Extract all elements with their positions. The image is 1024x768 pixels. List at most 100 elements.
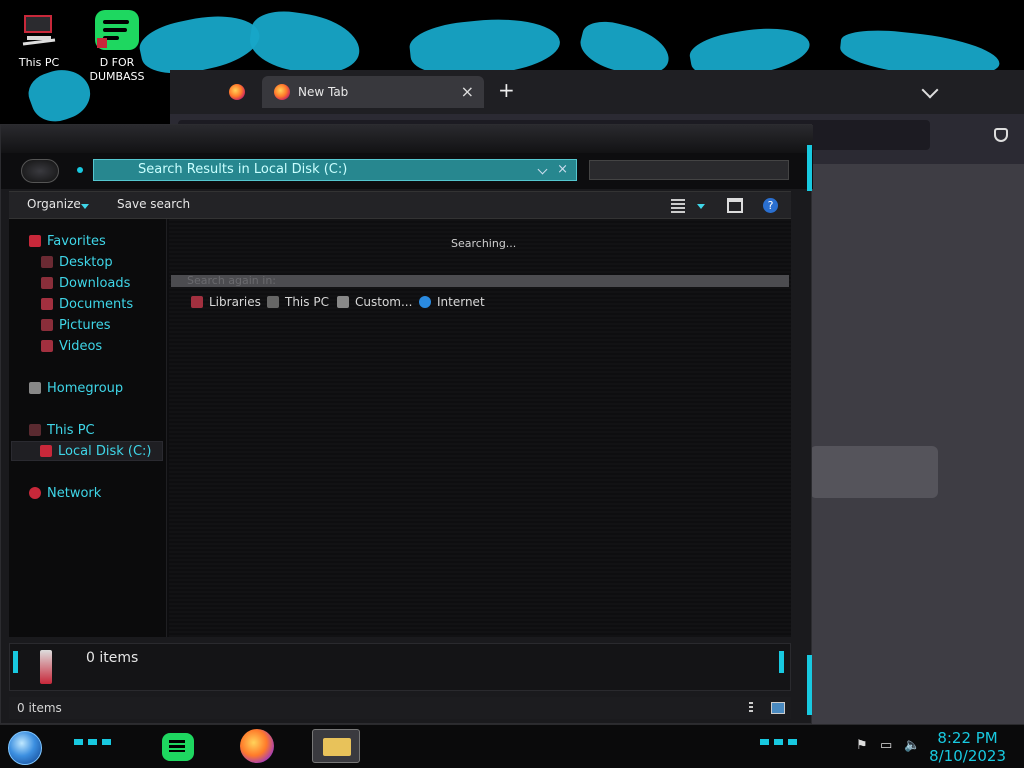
nav-label: Documents [59, 296, 134, 312]
content-pane: Searching... Search again in: Libraries … [169, 219, 791, 637]
documents-folder-icon [41, 298, 53, 310]
close-tab-icon[interactable]: × [461, 82, 474, 101]
taskbar-led-strip [760, 739, 802, 745]
search-location-this-pc[interactable]: This PC [267, 295, 329, 309]
wallpaper-stroke [246, 6, 364, 80]
recent-pages-dot-icon[interactable] [77, 167, 83, 173]
browser-tab-bar: New Tab × + [170, 70, 1024, 114]
search-location-custom[interactable]: Custom... [337, 295, 412, 309]
taskbar-spotify[interactable] [162, 733, 194, 761]
details-item-count: 0 items [86, 650, 139, 666]
nav-label: Local Disk (C:) [58, 443, 152, 459]
frame-led [779, 651, 784, 673]
explorer-body: Favorites Desktop Downloads Documents Pi… [9, 219, 791, 637]
desktop-folder-icon [41, 256, 53, 268]
taskbar: ⚑ ▭ 🔈 8:22 PM 8/10/2023 [0, 724, 1024, 768]
tab-new-tab[interactable]: New Tab × [262, 76, 484, 108]
tab-pinned[interactable] [220, 76, 254, 108]
computer-icon [267, 296, 279, 308]
network-icon [29, 487, 41, 499]
nav-homegroup[interactable]: Homegroup [29, 378, 123, 398]
address-text: Search Results in Local Disk (C:) [138, 162, 348, 177]
computer-icon [29, 424, 41, 436]
large-icons-view-icon[interactable] [771, 702, 785, 714]
location-label: This PC [285, 295, 329, 309]
new-tab-search-box[interactable] [810, 446, 938, 498]
nav-label: Videos [59, 338, 103, 354]
frame-led [13, 651, 18, 673]
nav-local-disk[interactable]: Local Disk (C:) [11, 441, 163, 461]
organize-dropdown-icon[interactable] [81, 204, 89, 209]
taskbar-firefox[interactable] [240, 729, 274, 763]
window-frame-top [1, 125, 813, 153]
folder-icon [323, 738, 351, 756]
searching-status: Searching... [451, 237, 517, 250]
star-icon [29, 235, 41, 247]
details-view-icon[interactable] [749, 702, 753, 714]
nav-label: Favorites [47, 233, 106, 249]
nav-network[interactable]: Network [29, 483, 101, 503]
spotify-shortcut-icon [95, 10, 139, 54]
desktop-icon-label: This PC [18, 56, 60, 69]
nav-pictures[interactable]: Pictures [41, 315, 110, 335]
drive-thumbnail-icon [40, 650, 52, 684]
taskbar-led-strip [74, 739, 116, 745]
network-tray-icon[interactable]: ▭ [880, 739, 894, 753]
details-pane: 0 items [9, 643, 791, 691]
nav-label: Network [47, 485, 102, 501]
explorer-window: Search Results in Local Disk (C:) × Orga… [0, 124, 813, 724]
frame-led [807, 145, 812, 191]
new-tab-button[interactable]: + [498, 80, 515, 100]
chevron-down-icon[interactable] [921, 81, 939, 99]
pocket-icon[interactable] [994, 128, 1008, 142]
nav-documents[interactable]: Documents [41, 294, 133, 314]
start-button[interactable] [8, 731, 42, 765]
tab-label: New Tab [298, 85, 349, 99]
action-center-flag-icon[interactable]: ⚑ [856, 739, 870, 753]
nav-favorites[interactable]: Favorites [29, 231, 106, 251]
taskbar-file-explorer[interactable] [312, 729, 360, 763]
spotify-icon [169, 740, 185, 752]
nav-downloads[interactable]: Downloads [41, 273, 130, 293]
preview-pane-icon[interactable] [727, 198, 743, 213]
firefox-icon [229, 84, 245, 100]
status-bar: 0 items [9, 697, 791, 719]
search-input[interactable] [589, 160, 789, 180]
nav-label: Downloads [59, 275, 131, 291]
downloads-folder-icon [41, 277, 53, 289]
libraries-icon [191, 296, 203, 308]
view-dropdown-icon[interactable] [697, 204, 705, 209]
nav-label: Desktop [59, 254, 113, 270]
nav-videos[interactable]: Videos [41, 336, 102, 356]
nav-label: Pictures [59, 317, 111, 333]
desktop: This PC D FOR DUMBASS New Tab × + Search… [0, 0, 1024, 768]
help-icon[interactable]: ? [763, 198, 778, 213]
address-dropdown-icon[interactable] [537, 164, 548, 175]
organize-button[interactable]: Organize [27, 197, 81, 211]
search-again-bar: Search again in: [171, 275, 789, 287]
custom-folder-icon [337, 296, 349, 308]
location-label: Custom... [355, 295, 413, 309]
drive-icon [40, 445, 52, 457]
nav-desktop[interactable]: Desktop [41, 252, 113, 272]
status-item-count: 0 items [17, 701, 62, 715]
desktop-icon-d-for-dumbass[interactable]: D FOR DUMBASS [82, 10, 152, 84]
save-search-button[interactable]: Save search [117, 197, 190, 211]
search-location-internet[interactable]: Internet [419, 295, 485, 309]
volume-icon[interactable]: 🔈 [904, 739, 920, 753]
change-view-icon[interactable] [671, 199, 685, 213]
firefox-icon [274, 84, 290, 100]
address-bar[interactable]: Search Results in Local Disk (C:) × [93, 159, 577, 181]
nav-this-pc[interactable]: This PC [29, 420, 95, 440]
desktop-icon-label: D FOR DUMBASS [89, 56, 145, 83]
nav-label: Homegroup [47, 380, 124, 396]
back-forward-orb-icon[interactable] [21, 159, 59, 183]
clock-time: 8:22 PM [937, 729, 998, 747]
clear-address-icon[interactable]: × [557, 162, 568, 177]
clock[interactable]: 8:22 PM 8/10/2023 [929, 729, 1006, 765]
command-bar: Organize Save search ? [9, 191, 791, 219]
nav-label: This PC [47, 422, 95, 438]
search-location-libraries[interactable]: Libraries [191, 295, 261, 309]
desktop-icon-this-pc[interactable]: This PC [4, 10, 74, 70]
homegroup-icon [29, 382, 41, 394]
